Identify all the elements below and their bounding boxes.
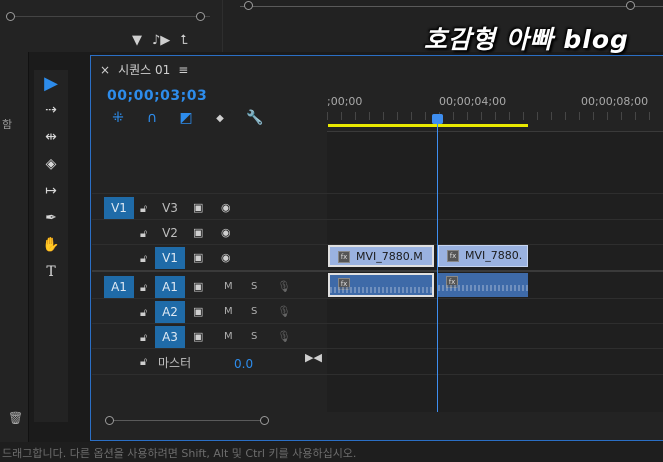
lock-icon[interactable]: 🔓︎ [140,252,147,266]
program-scroll-handle-left[interactable] [244,1,253,10]
status-text: 드래그합니다. 다른 옵션을 사용하려면 Shift, Alt 및 Ctrl 키… [2,447,357,460]
lock-icon[interactable]: 🔓︎ [140,331,147,345]
filter-icon[interactable]: ▼ [132,33,142,48]
eye-icon[interactable]: ◉ [221,251,231,264]
work-area-bar[interactable] [328,124,528,127]
program-scrollbar[interactable] [240,1,663,10]
timeline-zoom-scrollbar[interactable] [105,416,269,425]
source-scrollbar[interactable] [6,12,210,27]
sequence-tab[interactable]: × 시퀀스 01 ≡ [100,61,188,78]
sync-lock-icon[interactable]: ▣ [193,280,203,293]
track-divider [92,298,663,299]
hand-tool-icon[interactable]: ✋ [38,234,64,256]
sequence-name: 시퀀스 01 [118,63,171,77]
video-clip[interactable]: fx MVI_7880. [438,245,528,267]
selection-tool-icon[interactable]: ▶ [38,72,64,94]
sync-lock-icon[interactable]: ▣ [193,226,203,239]
sync-lock-icon[interactable]: ▣ [193,201,203,214]
program-scroll-handle-right[interactable] [626,1,635,10]
microphone-icon[interactable]: 🎙︎ [277,330,291,343]
settings-wrench-icon[interactable]: 🔧 [246,110,263,126]
track-label-v1[interactable]: V1 [155,247,185,269]
go-to-in-out-icon[interactable]: ▶◀ [305,351,322,364]
project-panel-edge [0,52,29,442]
microphone-icon[interactable]: 🎙︎ [277,280,291,293]
sync-lock-icon[interactable]: ▣ [193,330,203,343]
timecode-display[interactable]: 00;00;03;03 [107,88,207,104]
video-clip[interactable]: fx MVI_7880.M [328,245,434,267]
track-divider [92,323,663,324]
type-tool-icon[interactable]: T [38,261,64,283]
lock-icon[interactable]: 🔓︎ [140,306,147,320]
track-divider [92,193,663,194]
lock-icon[interactable]: 🔓︎ [140,281,147,295]
microphone-icon[interactable]: 🎙︎ [277,305,291,318]
ripple-edit-tool-icon[interactable]: ⇹ [38,126,64,148]
sync-lock-icon[interactable]: ▣ [193,305,203,318]
solo-button[interactable]: S [251,331,257,342]
track-divider [92,374,663,375]
track-divider [92,219,663,220]
pen-tool-icon[interactable]: ✒ [38,207,64,229]
video-source-target[interactable]: V1 [104,197,134,219]
zoom-handle-right[interactable] [260,416,269,425]
export-icon[interactable]: ⮤ [180,33,188,48]
linked-selection-icon[interactable]: ◩ [178,110,194,126]
eye-icon[interactable]: ◉ [221,226,231,239]
mute-button[interactable]: M [224,331,233,342]
project-panel-label: 함 [2,118,13,131]
zoom-handle-left[interactable] [105,416,114,425]
mute-button[interactable]: M [224,281,233,292]
track-divider [92,348,663,349]
scroll-handle-left[interactable] [6,12,15,21]
snap-icon[interactable]: ∩ [144,110,160,126]
track-label-a3[interactable]: A3 [155,326,185,348]
ruler-tick: ;00;00 [327,95,363,108]
clip-name: MVI_7880.M [356,250,423,263]
solo-button[interactable]: S [251,306,257,317]
ruler-ticks [327,112,663,120]
panel-menu-icon[interactable]: ≡ [178,63,188,77]
audio-waveform [438,285,528,291]
audio-waveform [330,287,432,293]
solo-button[interactable]: S [251,281,257,292]
track-select-tool-icon[interactable]: ⇢ [38,99,64,121]
timeline-toolbar: ⁜ ∩ ◩ ◆ 🔧 [110,110,263,126]
track-label-a2[interactable]: A2 [155,301,185,323]
tools-panel: ▶ ⇢ ⇹ ◈ ↦ ✒ ✋ T [34,70,68,422]
video-audio-divider [92,270,663,272]
razor-tool-icon[interactable]: ◈ [38,153,64,175]
track-content-area[interactable] [327,132,663,412]
track-headers [92,132,326,412]
slip-tool-icon[interactable]: ↦ [38,180,64,202]
track-label-v2[interactable]: V2 [155,222,185,244]
master-track-label: 마스터 [158,356,192,370]
clip-name: MVI_7880. [465,249,523,262]
track-label-a1[interactable]: A1 [155,276,185,298]
source-controls: ▼ ♪▶ ⮤ [132,33,188,48]
watermark-text: 호감형 아빠 blog [424,25,629,54]
trash-icon[interactable]: 🗑 [8,411,23,425]
lock-icon[interactable]: 🔓︎ [140,227,147,241]
audio-play-icon[interactable]: ♪▶ [152,33,170,48]
fx-badge-icon: fx [338,251,350,263]
scroll-handle-right[interactable] [196,12,205,21]
mute-button[interactable]: M [224,306,233,317]
playhead-line[interactable] [437,120,438,412]
ruler-tick: 00;00;04;00 [439,95,507,108]
add-marker-icon[interactable]: ◆ [212,113,228,124]
audio-clip[interactable]: fx [328,273,434,297]
eye-icon[interactable]: ◉ [221,201,231,214]
lock-icon[interactable]: 🔓︎ [140,355,147,369]
fx-badge-icon: fx [447,250,459,262]
nest-icon[interactable]: ⁜ [110,110,126,126]
close-icon[interactable]: × [100,63,110,77]
audio-source-target[interactable]: A1 [104,276,134,298]
lock-icon[interactable]: 🔓︎ [140,202,147,216]
ruler-tick: 00;00;08;00 [581,95,649,108]
track-label-v3[interactable]: V3 [155,197,185,219]
audio-clip[interactable]: fx [438,273,528,297]
sync-lock-icon[interactable]: ▣ [193,251,203,264]
master-volume-value[interactable]: 0.0 [234,357,253,371]
